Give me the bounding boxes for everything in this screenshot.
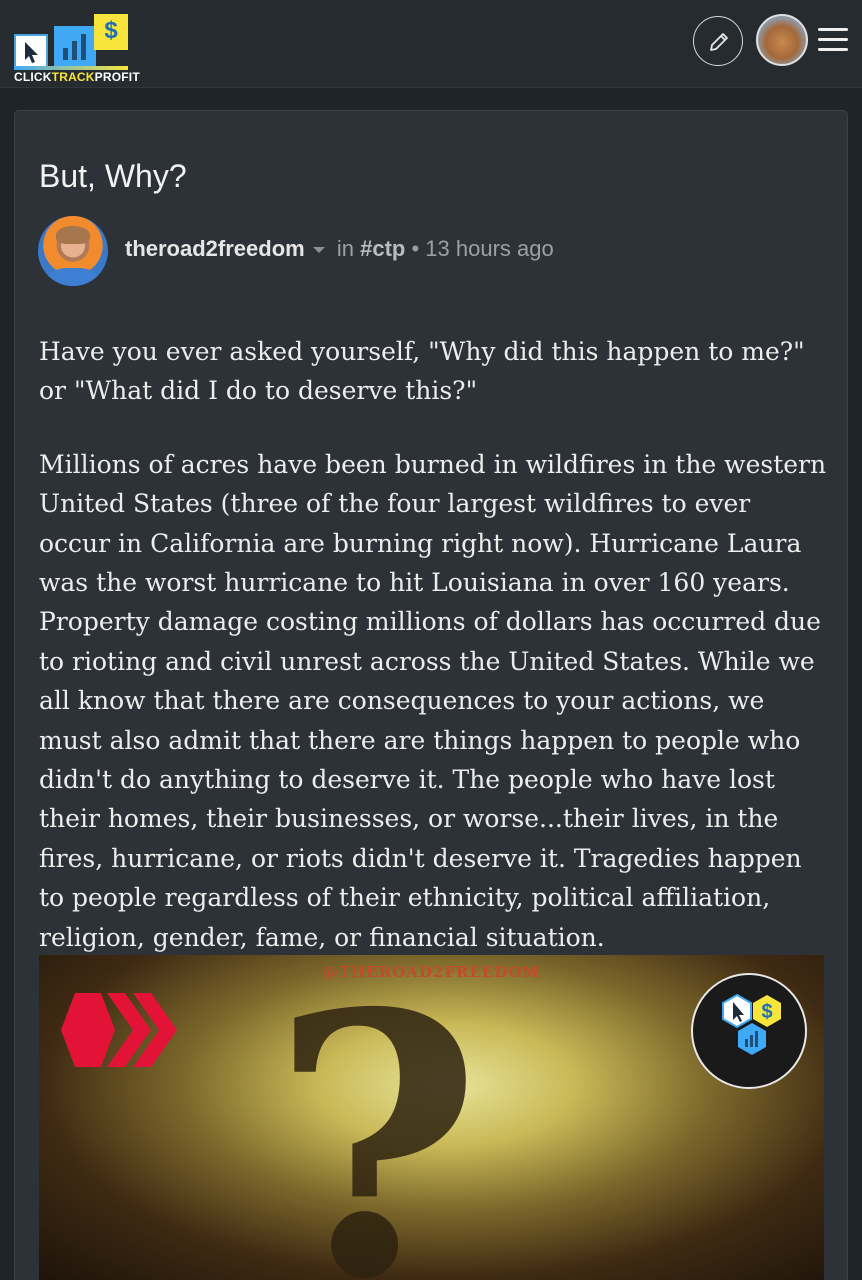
question-mark-glyph: ? [271, 955, 482, 1280]
hamburger-menu-icon[interactable] [818, 26, 848, 54]
author-link[interactable]: theroad2freedom [125, 236, 305, 261]
svg-text:$: $ [761, 1001, 772, 1023]
logo-text: CLICKTRACKPROFIT [14, 70, 140, 84]
user-avatar[interactable] [756, 14, 808, 66]
bar-chart-icon [54, 26, 96, 66]
in-label: in [336, 236, 354, 261]
dollar-icon: $ [94, 14, 128, 50]
cursor-icon [14, 34, 48, 68]
author-avatar[interactable] [38, 216, 108, 286]
ctp-badge-icon: $ [691, 973, 807, 1089]
hive-logo-icon [61, 993, 177, 1067]
post-meta: theroad2freedom in #ctp • 13 hours ago [125, 236, 554, 262]
clicktrackprofit-logo[interactable]: $ CLICKTRACKPROFIT [12, 12, 140, 84]
paragraph: Have you ever asked yourself, "Why did t… [39, 337, 805, 406]
top-navigation-bar: $ CLICKTRACKPROFIT [0, 0, 862, 88]
write-post-button[interactable] [693, 16, 743, 66]
pencil-icon [710, 33, 728, 51]
author-dropdown-caret-icon[interactable] [312, 247, 325, 254]
post-title: But, Why? [39, 158, 187, 194]
post-image[interactable]: @THEROAD2FREEDOM ? $ [39, 955, 824, 1280]
post-time[interactable]: 13 hours ago [425, 236, 553, 261]
paragraph: Millions of acres have been burned in wi… [39, 449, 827, 952]
post-body: Have you ever asked yourself, "Why did t… [39, 332, 829, 991]
meta-separator: • [411, 236, 420, 261]
community-tag-link[interactable]: #ctp [360, 236, 405, 261]
